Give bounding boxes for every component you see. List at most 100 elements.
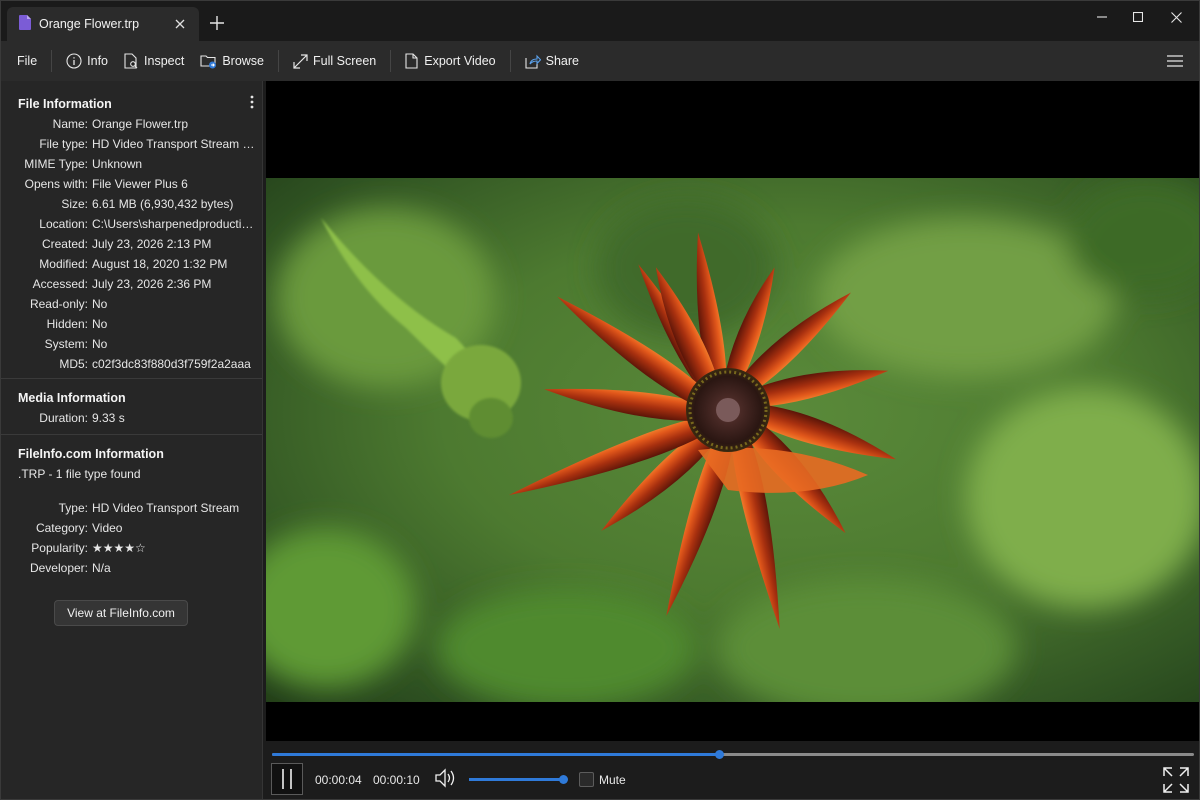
info-row-key: System: xyxy=(44,337,88,351)
info-row: Opens with: File Viewer Plus 6 xyxy=(1,174,262,194)
info-row-key: Accessed: xyxy=(32,277,88,291)
info-row: MIME Type: Unknown xyxy=(1,154,262,174)
info-row: Category: Video xyxy=(1,518,262,538)
info-row: Type: HD Video Transport Stream xyxy=(1,498,262,518)
info-row-value: No xyxy=(92,317,108,331)
video-frame-flower xyxy=(266,178,1199,702)
file-menu-label: File xyxy=(17,54,38,68)
info-row: Size: 6.61 MB (6,930,432 bytes) xyxy=(1,194,262,214)
info-sidebar: File Information Name: Orange Flower.trp F… xyxy=(1,81,263,799)
info-row-value: N/a xyxy=(92,561,111,575)
info-row-value: c02f3dc83f880d3f759f2a2aaa xyxy=(92,357,251,371)
fullscreen-button[interactable]: Full Screen xyxy=(285,45,384,77)
mute-label: Mute xyxy=(599,773,626,787)
info-row: Read-only: No xyxy=(1,294,262,314)
info-row-key: Developer: xyxy=(29,561,88,575)
info-row: Hidden: No xyxy=(1,314,262,334)
export-document-icon xyxy=(405,53,418,69)
seek-bar[interactable] xyxy=(272,750,1194,759)
info-row-value: C:\Users\sharpenedproductions xyxy=(92,217,256,231)
info-row: System: No xyxy=(1,334,262,354)
info-row-value: Unknown xyxy=(92,157,143,171)
info-row-key: Popularity: xyxy=(31,541,88,555)
seek-progress xyxy=(272,753,720,756)
info-row: Location: C:\Users\sharpenedproductions xyxy=(1,214,262,234)
toolbar-divider xyxy=(51,50,53,72)
info-row-key: Category: xyxy=(35,521,88,535)
info-icon xyxy=(66,53,82,69)
toolbar: File Info Inspect Browse Full Screen Exp… xyxy=(1,41,1199,81)
info-row-value: 6.61 MB (6,930,432 bytes) xyxy=(92,197,234,211)
info-row-value: ★★★★☆ xyxy=(92,541,146,555)
fileinfo-com-heading: FileInfo.com Information xyxy=(18,447,164,461)
info-row: MD5: c02f3dc83f880d3f759f2a2aaa xyxy=(1,354,262,374)
browse-button[interactable]: Browse xyxy=(192,45,272,77)
info-row-value: August 18, 2020 1:32 PM xyxy=(92,257,228,271)
video-viewport[interactable] xyxy=(266,81,1199,741)
share-label: Share xyxy=(545,54,579,68)
export-video-button[interactable]: Export Video xyxy=(397,45,503,77)
info-row-key: MD5: xyxy=(59,357,88,371)
info-row: Popularity: ★★★★☆ xyxy=(1,538,262,558)
file-menu-button[interactable]: File xyxy=(1,45,45,77)
tab-title: Orange Flower.trp xyxy=(39,17,140,31)
hamburger-menu-icon[interactable] xyxy=(1165,51,1185,71)
close-tab-icon[interactable] xyxy=(169,13,191,35)
info-row-value: 9.33 s xyxy=(92,411,125,425)
new-tab-button[interactable] xyxy=(207,13,227,33)
title-bar: Orange Flower.trp xyxy=(1,1,1199,41)
info-row: Modified: August 18, 2020 1:32 PM xyxy=(1,254,262,274)
seek-thumb[interactable] xyxy=(715,750,725,759)
share-icon xyxy=(525,54,541,69)
info-row-key: Duration: xyxy=(39,411,88,425)
volume-slider[interactable] xyxy=(469,775,568,784)
info-row: Developer: N/a xyxy=(1,558,262,578)
info-row-key: MIME Type: xyxy=(24,157,88,171)
close-window-button[interactable] xyxy=(1153,1,1199,33)
info-row-value: July 23, 2026 2:36 PM xyxy=(92,277,212,291)
info-row-value: HD Video Transport Stream xyxy=(92,501,240,515)
tab-orange-flower[interactable]: Orange Flower.trp xyxy=(7,7,199,41)
info-row-key: Modified: xyxy=(39,257,88,271)
media-information-section: Media Information Duration: 9.33 s xyxy=(1,379,262,435)
fullscreen-label: Full Screen xyxy=(313,54,377,68)
info-row-key: Hidden: xyxy=(46,317,88,331)
volume-thumb[interactable] xyxy=(559,775,568,784)
info-row-key: Location: xyxy=(39,217,88,231)
info-row-value: HD Video Transport Stream (.trp) xyxy=(92,137,256,151)
info-row: Created: July 23, 2026 2:13 PM xyxy=(1,234,262,254)
info-label: Info xyxy=(87,54,109,68)
share-button[interactable]: Share xyxy=(517,45,587,77)
browse-label: Browse xyxy=(222,54,265,68)
inspect-label: Inspect xyxy=(144,54,185,68)
info-row-key: Size: xyxy=(61,197,88,211)
current-time: 00:00:04 xyxy=(315,773,362,787)
toolbar-divider xyxy=(509,50,511,72)
info-button[interactable]: Info xyxy=(58,45,116,77)
app-window: Orange Flower.trp File Info Inspect Brow… xyxy=(0,0,1200,800)
toolbar-divider xyxy=(390,50,392,72)
info-row-value: Video xyxy=(92,521,123,535)
pause-button[interactable] xyxy=(271,763,303,795)
info-row: Name: Orange Flower.trp xyxy=(1,114,262,134)
info-row-value: Orange Flower.trp xyxy=(92,117,189,131)
fullscreen-arrow-icon xyxy=(293,53,308,69)
info-row: Accessed: July 23, 2026 2:36 PM xyxy=(1,274,262,294)
media-information-heading: Media Information xyxy=(18,391,126,405)
file-icon xyxy=(19,15,31,33)
fileinfo-com-section: FileInfo.com Information .TRP - 1 file t… xyxy=(1,435,262,735)
more-options-icon[interactable] xyxy=(250,95,254,112)
inspect-icon xyxy=(124,53,138,69)
volume-icon[interactable] xyxy=(434,768,456,791)
mute-checkbox[interactable] xyxy=(579,772,594,787)
info-row-key: File type: xyxy=(39,137,88,151)
info-row-value: No xyxy=(92,297,108,311)
inspect-button[interactable]: Inspect xyxy=(116,45,192,77)
view-at-fileinfo-button[interactable]: View at FileInfo.com xyxy=(54,600,188,626)
volume-level xyxy=(469,778,563,781)
info-row: File type: HD Video Transport Stream (.tr… xyxy=(1,134,262,154)
info-row-key: Read-only: xyxy=(29,297,88,311)
info-row-value: File Viewer Plus 6 xyxy=(92,177,188,191)
info-row: Duration: 9.33 s xyxy=(1,408,262,428)
expand-fullscreen-icon[interactable] xyxy=(1163,767,1189,793)
